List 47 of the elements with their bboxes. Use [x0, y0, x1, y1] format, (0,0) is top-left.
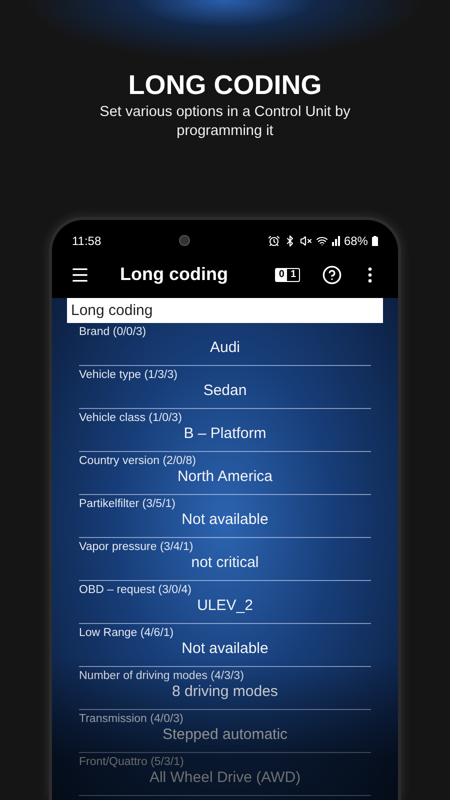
option-value: All Wheel Drive (AWD): [148, 768, 302, 786]
option-label: Vehicle class (1/0/3): [79, 412, 183, 424]
option-label: Number of driving modes (4/3/3): [79, 670, 245, 682]
coding-row[interactable]: Transmission (4/0/3) Stepped automatic: [79, 710, 371, 753]
coding-row[interactable]: Country version (2/0/8) North America: [79, 452, 371, 495]
option-label: Vapor pressure (3/4/1): [79, 540, 194, 553]
option-label: Brand (0/0/3): [79, 326, 148, 338]
option-value: ULEV_2: [196, 596, 254, 614]
option-value: Sedan: [202, 382, 248, 399]
option-value: Not available: [180, 640, 270, 657]
coding-row[interactable]: Vapor pressure (3/4/1) not critical: [79, 538, 371, 581]
option-label: Country version (2/0/8): [79, 454, 197, 467]
mute-icon: [300, 234, 312, 247]
option-label: Transmission (4/0/3): [79, 712, 184, 725]
help-icon[interactable]: [322, 264, 342, 285]
coding-row[interactable]: Vehicle class (1/0/3) B – Platform: [79, 408, 371, 452]
status-time: 11:58: [72, 234, 102, 248]
alarm-icon: [268, 234, 280, 247]
option-value: Stepped automatic: [161, 726, 289, 743]
option-value: 8 driving modes: [171, 682, 279, 700]
option-label: Vehicle type (1/3/3): [79, 368, 178, 381]
coding-row[interactable]: Brand (0/0/3) Audi: [79, 322, 371, 366]
signal-icon: [332, 236, 340, 246]
promo-title: LONG CODING: [128, 70, 322, 101]
promo-subtitle: Set various options in a Control Unit by programming it: [98, 103, 352, 141]
option-value: not critical: [190, 554, 260, 571]
coding-row[interactable]: Low Range (4/6/1) Not available: [79, 624, 371, 667]
option-value: Audi: [208, 338, 242, 356]
option-value: B – Platform: [182, 424, 268, 442]
option-label: OBD – request (3/0/4): [79, 584, 192, 596]
battery-icon: [372, 236, 378, 246]
coding-row[interactable]: Front/Quattro (5/3/1) All Wheel Drive (AWD): [79, 752, 371, 796]
app-title: Long coding: [120, 264, 229, 286]
camera-icon: [179, 235, 190, 246]
option-label: Low Range (4/6/1): [79, 626, 175, 639]
wifi-icon: [316, 234, 328, 247]
option-label: Front/Quattro (5/3/1): [79, 756, 185, 768]
coding-row[interactable]: Number of driving modes (4/3/3) 8 driving modes: [79, 666, 371, 710]
section-header: Long coding: [67, 298, 383, 323]
battery-percent: 68%: [344, 234, 368, 248]
binary-toggle[interactable]: 0 1: [274, 268, 300, 282]
coding-row[interactable]: OBD – request (3/0/4) ULEV_2: [79, 580, 371, 624]
option-value: North America: [176, 468, 274, 485]
option-label: Partikelfilter (3/5/1): [79, 498, 177, 510]
coding-row[interactable]: Vehicle type (1/3/3) Sedan: [79, 366, 371, 409]
coding-row[interactable]: Partikelfilter (3/5/1) Not available: [79, 494, 371, 538]
option-value: Not available: [180, 510, 270, 528]
